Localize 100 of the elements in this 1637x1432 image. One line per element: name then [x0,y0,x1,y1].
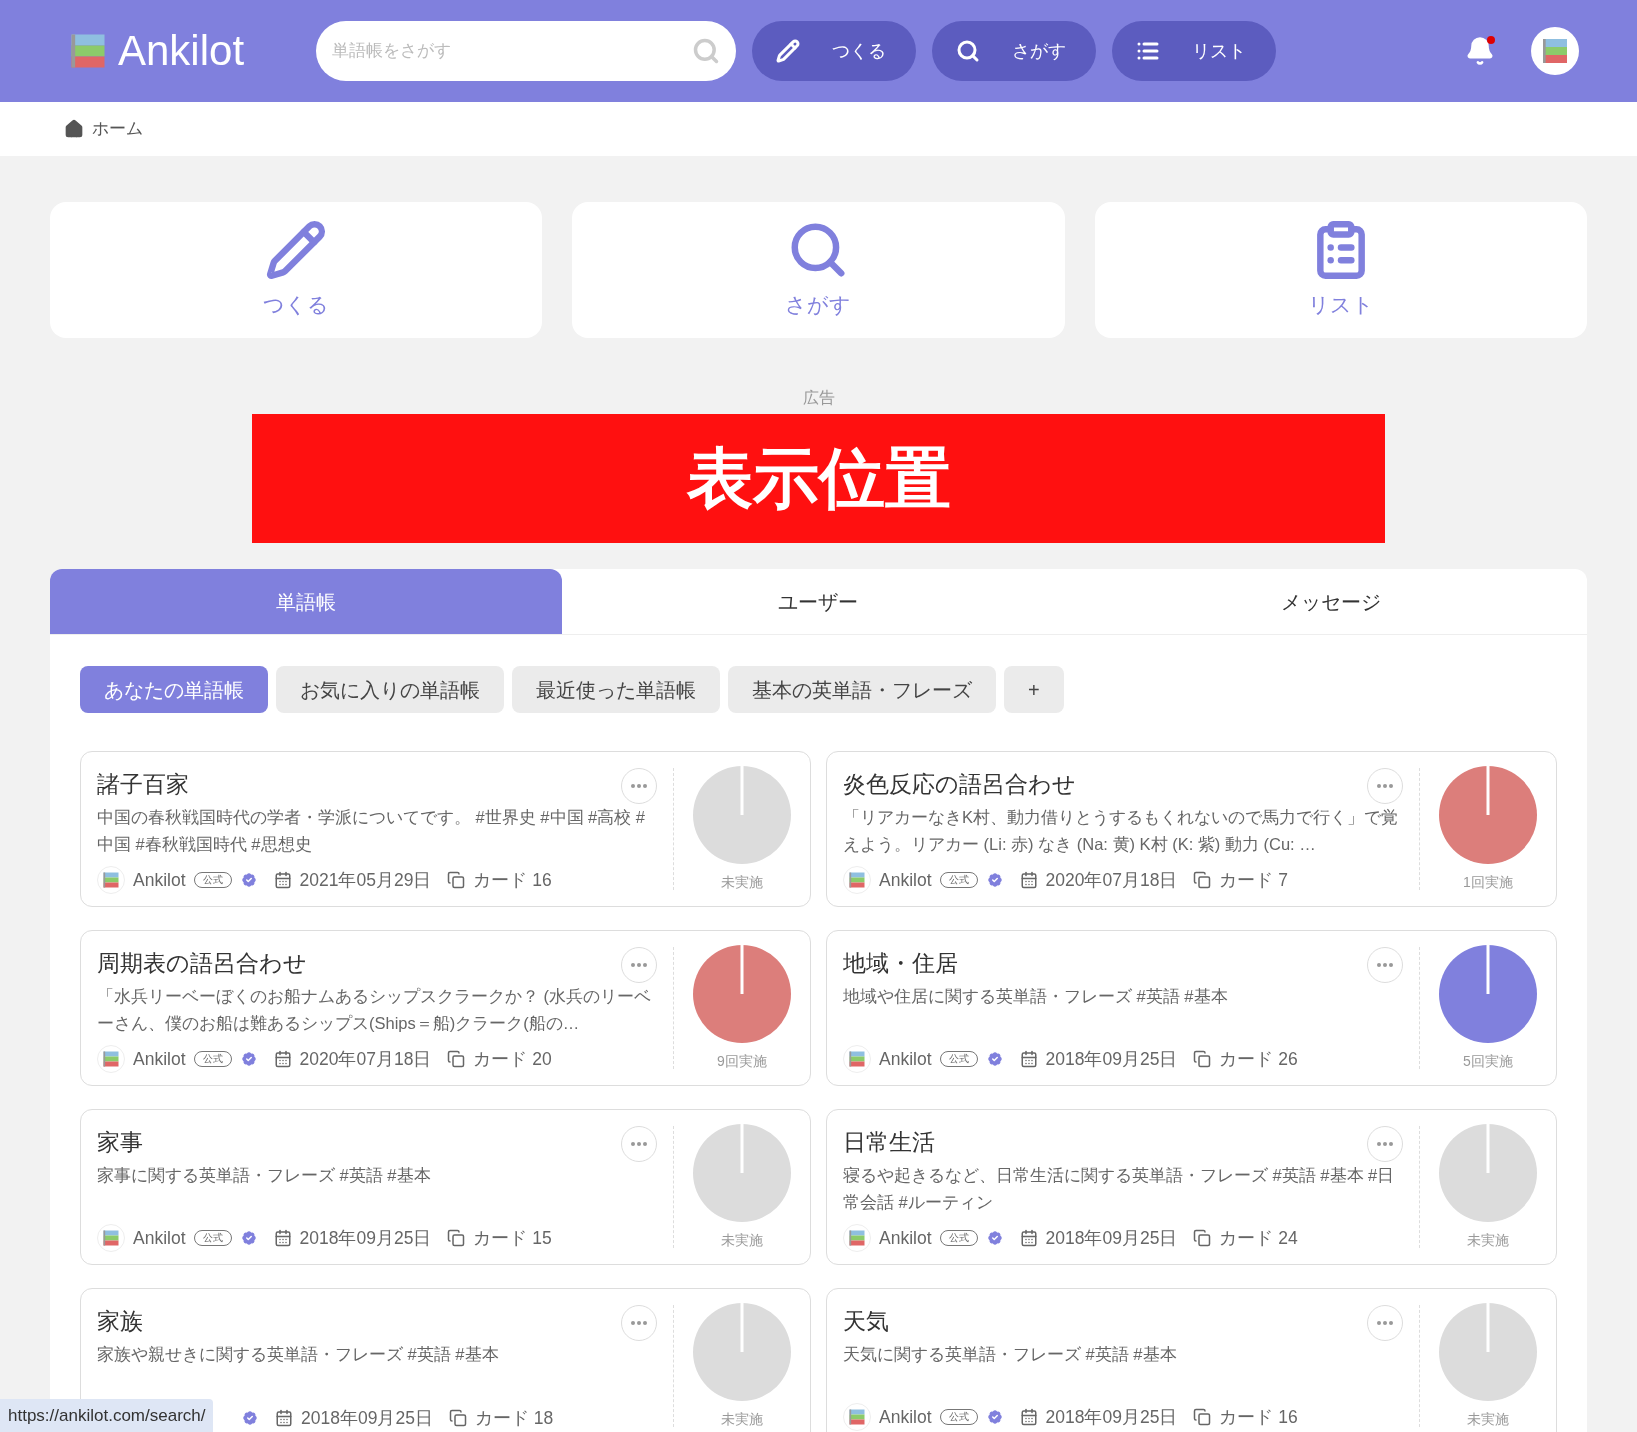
calendar-icon [275,1408,293,1427]
tab[interactable]: 単語帳 [50,569,563,634]
calendar-icon [1019,871,1038,889]
nav-button[interactable]: つくる [752,21,917,81]
progress-label: 未実施 [721,1410,763,1429]
ad-banner[interactable]: 表示位置 [252,414,1385,543]
verified-icon [985,1408,1004,1426]
card-count: カード 15 [473,1226,552,1250]
search-icon[interactable] [692,37,721,65]
more-button[interactable] [621,947,657,983]
verified-icon [239,1229,258,1247]
more-button[interactable] [621,768,657,804]
more-button[interactable] [1367,1305,1403,1341]
deck-date: 2018年09月25日 [301,1406,433,1430]
filter-chip[interactable]: あなたの単語帳 [80,666,268,713]
cards-icon [1193,1408,1212,1426]
more-button[interactable] [621,1305,657,1341]
nav-button[interactable]: リスト [1112,21,1277,81]
more-icon [631,1321,647,1325]
author-name[interactable]: Ankilot [879,866,932,894]
deck-title: 日常生活 [843,1128,935,1157]
deck-title: 周期表の語呂合わせ [97,949,307,978]
deck-date: 2020年07月18日 [299,1047,432,1071]
deck-description: 「リアカーなきK村、動力借りとうするもくれないので馬力で行く」で覚えよう。リアカー (Li: 赤) なき (Na: 黄) K村 (K: 紫) 動力 (Cu: … [843,807,1399,855]
card-count: カード 18 [474,1406,554,1430]
card-count: カード 16 [1219,1405,1298,1429]
progress-label: 1回実施 [1463,873,1513,892]
deck-description: 「水兵リーベーぼくのお船ナムあるシップスクラークか？ (水兵のリーベーさん、僕のお船は難あるシップス(Ships＝船)クラーク(船の… [97,986,653,1034]
ad-label: 広告 [802,388,835,408]
more-icon [1377,1321,1393,1325]
cards-icon [447,1229,466,1247]
deck-title: 地域・住居 [843,949,958,978]
author-name[interactable]: Ankilot [133,866,186,894]
cards-icon [1193,1050,1212,1068]
deck-title: 炎色反応の語呂合わせ [843,770,1076,799]
filter-chip[interactable]: お気に入りの単語帳 [276,666,504,713]
cards-icon [1193,1229,1212,1247]
author-name[interactable]: Ankilot [879,1403,932,1431]
verified-icon [985,1050,1004,1068]
deck-card[interactable]: 諸子百家 中国の春秋戦国時代の学者・学派についてです。 #世界史 #中国 #高校 #中国 #春秋戦国時代 #思想史 Ankilot 公式 2021年05月29日 カード 16 未実施 [80,751,811,907]
deck-description: 家事に関する英単語・フレーズ #英語 #基本 [97,1165,432,1186]
author-name[interactable]: Ankilot [133,1224,186,1252]
deck-title: 諸子百家 [97,770,189,799]
verified-icon [241,1408,259,1427]
more-icon [631,963,647,967]
tab[interactable]: メッセージ [1074,569,1587,634]
pencil-icon [776,39,801,63]
progress-label: 未実施 [721,1231,763,1250]
nav-button[interactable]: さがす [932,21,1097,81]
more-icon [631,1142,647,1146]
quick-action-card[interactable]: つくる [50,202,543,338]
breadcrumb-link[interactable]: ホーム [64,116,143,142]
deck-date: 2018年09月25日 [299,1226,432,1250]
calendar-icon [1019,1229,1038,1247]
quick-action-card[interactable]: リスト [1094,202,1587,338]
deck-card[interactable]: 日常生活 寝るや起きるなど、日常生活に関する英単語・フレーズ #英語 #基本 #日常会話 #ルーティン Ankilot 公式 2018年09月25日 カード 24 未実施 [826,1109,1557,1265]
more-button[interactable] [621,1126,657,1162]
author-name[interactable]: Ankilot [879,1045,932,1073]
verified-icon [985,1229,1004,1247]
quick-action-card[interactable]: さがす [572,202,1065,338]
card-count: カード 16 [473,868,552,892]
filter-chip[interactable]: 最近使った単語帳 [512,666,720,713]
deck-description: 天気に関する英単語・フレーズ #英語 #基本 [843,1344,1178,1365]
author-name[interactable]: Ankilot [133,1045,186,1073]
more-button[interactable] [1367,947,1403,983]
cards-icon [447,871,466,889]
more-icon [1377,963,1393,967]
deck-card[interactable]: 炎色反応の語呂合わせ 「リアカーなきK村、動力借りとうするもくれないので馬力で行く」で覚えよう。リアカー (Li: 赤) なき (Na: 黄) K村 (K: 紫) 動力 (Cu: … Ankilot 公式 2020年07月18日 カード 7 1回実施 [826,751,1557,907]
verified-icon [239,1050,258,1068]
deck-card[interactable]: 天気 天気に関する英単語・フレーズ #英語 #基本 Ankilot 公式 2018年09月25日 カード 16 未実施 [826,1288,1557,1432]
deck-date: 2018年09月25日 [1045,1405,1178,1429]
deck-title: 天気 [843,1307,889,1336]
card-count: カード 20 [473,1047,552,1071]
deck-description: 地域や住居に関する英単語・フレーズ #英語 #基本 [843,986,1229,1007]
deck-date: 2018年09月25日 [1045,1047,1178,1071]
verified-icon [985,871,1004,889]
deck-date: 2020年07月18日 [1045,868,1178,892]
cards-icon [447,1050,466,1068]
tab[interactable]: ユーザー [562,569,1075,634]
notification-button[interactable] [1465,36,1495,66]
filter-chip[interactable]: 基本の英単語・フレーズ [728,666,996,713]
deck-date: 2021年05月29日 [299,868,432,892]
progress-label: 未実施 [721,873,763,892]
more-icon [1377,1142,1393,1146]
user-avatar[interactable] [1531,27,1579,75]
more-icon [1377,784,1393,788]
deck-description: 寝るや起きるなど、日常生活に関する英単語・フレーズ #英語 #基本 #日常会話 #ルーティン [843,1165,1396,1213]
search-field[interactable]: 単語帳をさがす [316,21,737,81]
author-name[interactable]: Ankilot [879,1224,932,1252]
deck-date: 2018年09月25日 [1045,1226,1178,1250]
deck-card[interactable]: 地域・住居 地域や住居に関する英単語・フレーズ #英語 #基本 Ankilot 公式 2018年09月25日 カード 26 5回実施 [826,930,1557,1086]
logo-text[interactable]: Ankilot [118,30,245,72]
more-button[interactable] [1367,768,1403,804]
deck-description: 家族や親せきに関する英単語・フレーズ #英語 #基本 [97,1344,500,1365]
card-count: カード 24 [1219,1226,1298,1250]
filter-chip[interactable]: + [1004,666,1064,713]
cards-icon [448,1408,467,1427]
more-button[interactable] [1367,1126,1403,1162]
deck-card[interactable]: 家事 家事に関する英単語・フレーズ #英語 #基本 Ankilot 公式 2018年09月25日 カード 15 未実施 [80,1109,811,1265]
deck-card[interactable]: 周期表の語呂合わせ 「水兵リーベーぼくのお船ナムあるシップスクラークか？ (水兵のリーベーさん、僕のお船は難あるシップス(Ships＝船)クラーク(船の… Ankilot 公式 2020年07月18日 カード 20 9回実施 [80,930,811,1086]
